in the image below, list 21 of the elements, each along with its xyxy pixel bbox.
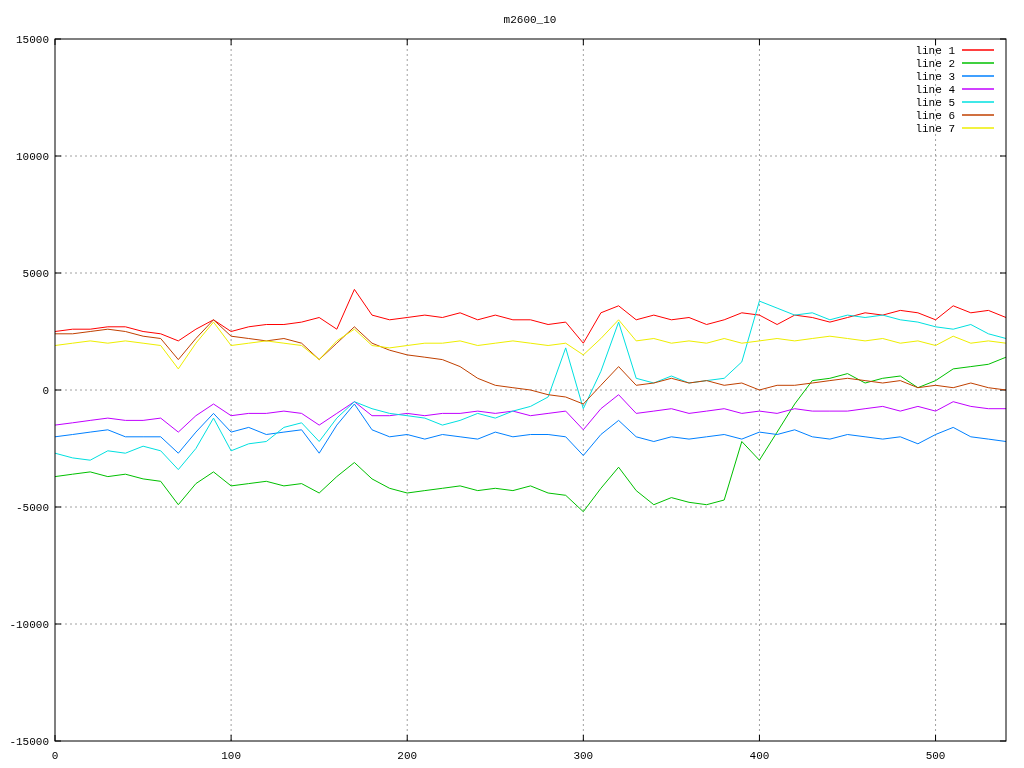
axis-tick-label: 100 xyxy=(221,750,241,762)
axis-tick-label: 300 xyxy=(573,750,594,762)
axis-tick-label: 0 xyxy=(51,750,59,762)
legend-label: line 5 xyxy=(915,97,955,109)
axis-tick-label: 15000 xyxy=(16,34,49,46)
legend-label: line 4 xyxy=(915,84,955,96)
axis-tick-label: 0 xyxy=(42,385,49,397)
axis-tick-label: -15000 xyxy=(9,736,49,748)
axis-tick-label: 5000 xyxy=(22,268,49,280)
axis-tick-label: 10000 xyxy=(16,151,49,163)
legend-label: line 7 xyxy=(915,123,955,135)
legend-label: line 2 xyxy=(915,58,955,70)
chart-title: m2600_10 xyxy=(503,14,557,26)
axis-tick-label: -5000 xyxy=(16,502,49,514)
axis-tick-label: 400 xyxy=(749,750,770,762)
legend-label: line 6 xyxy=(915,110,955,122)
axis-tick-label: 200 xyxy=(397,750,418,762)
legend-label: line 3 xyxy=(915,71,955,83)
legend-label: line 1 xyxy=(915,45,955,57)
axis-tick-label: -10000 xyxy=(9,619,49,631)
axis-tick-label: 500 xyxy=(925,750,946,762)
